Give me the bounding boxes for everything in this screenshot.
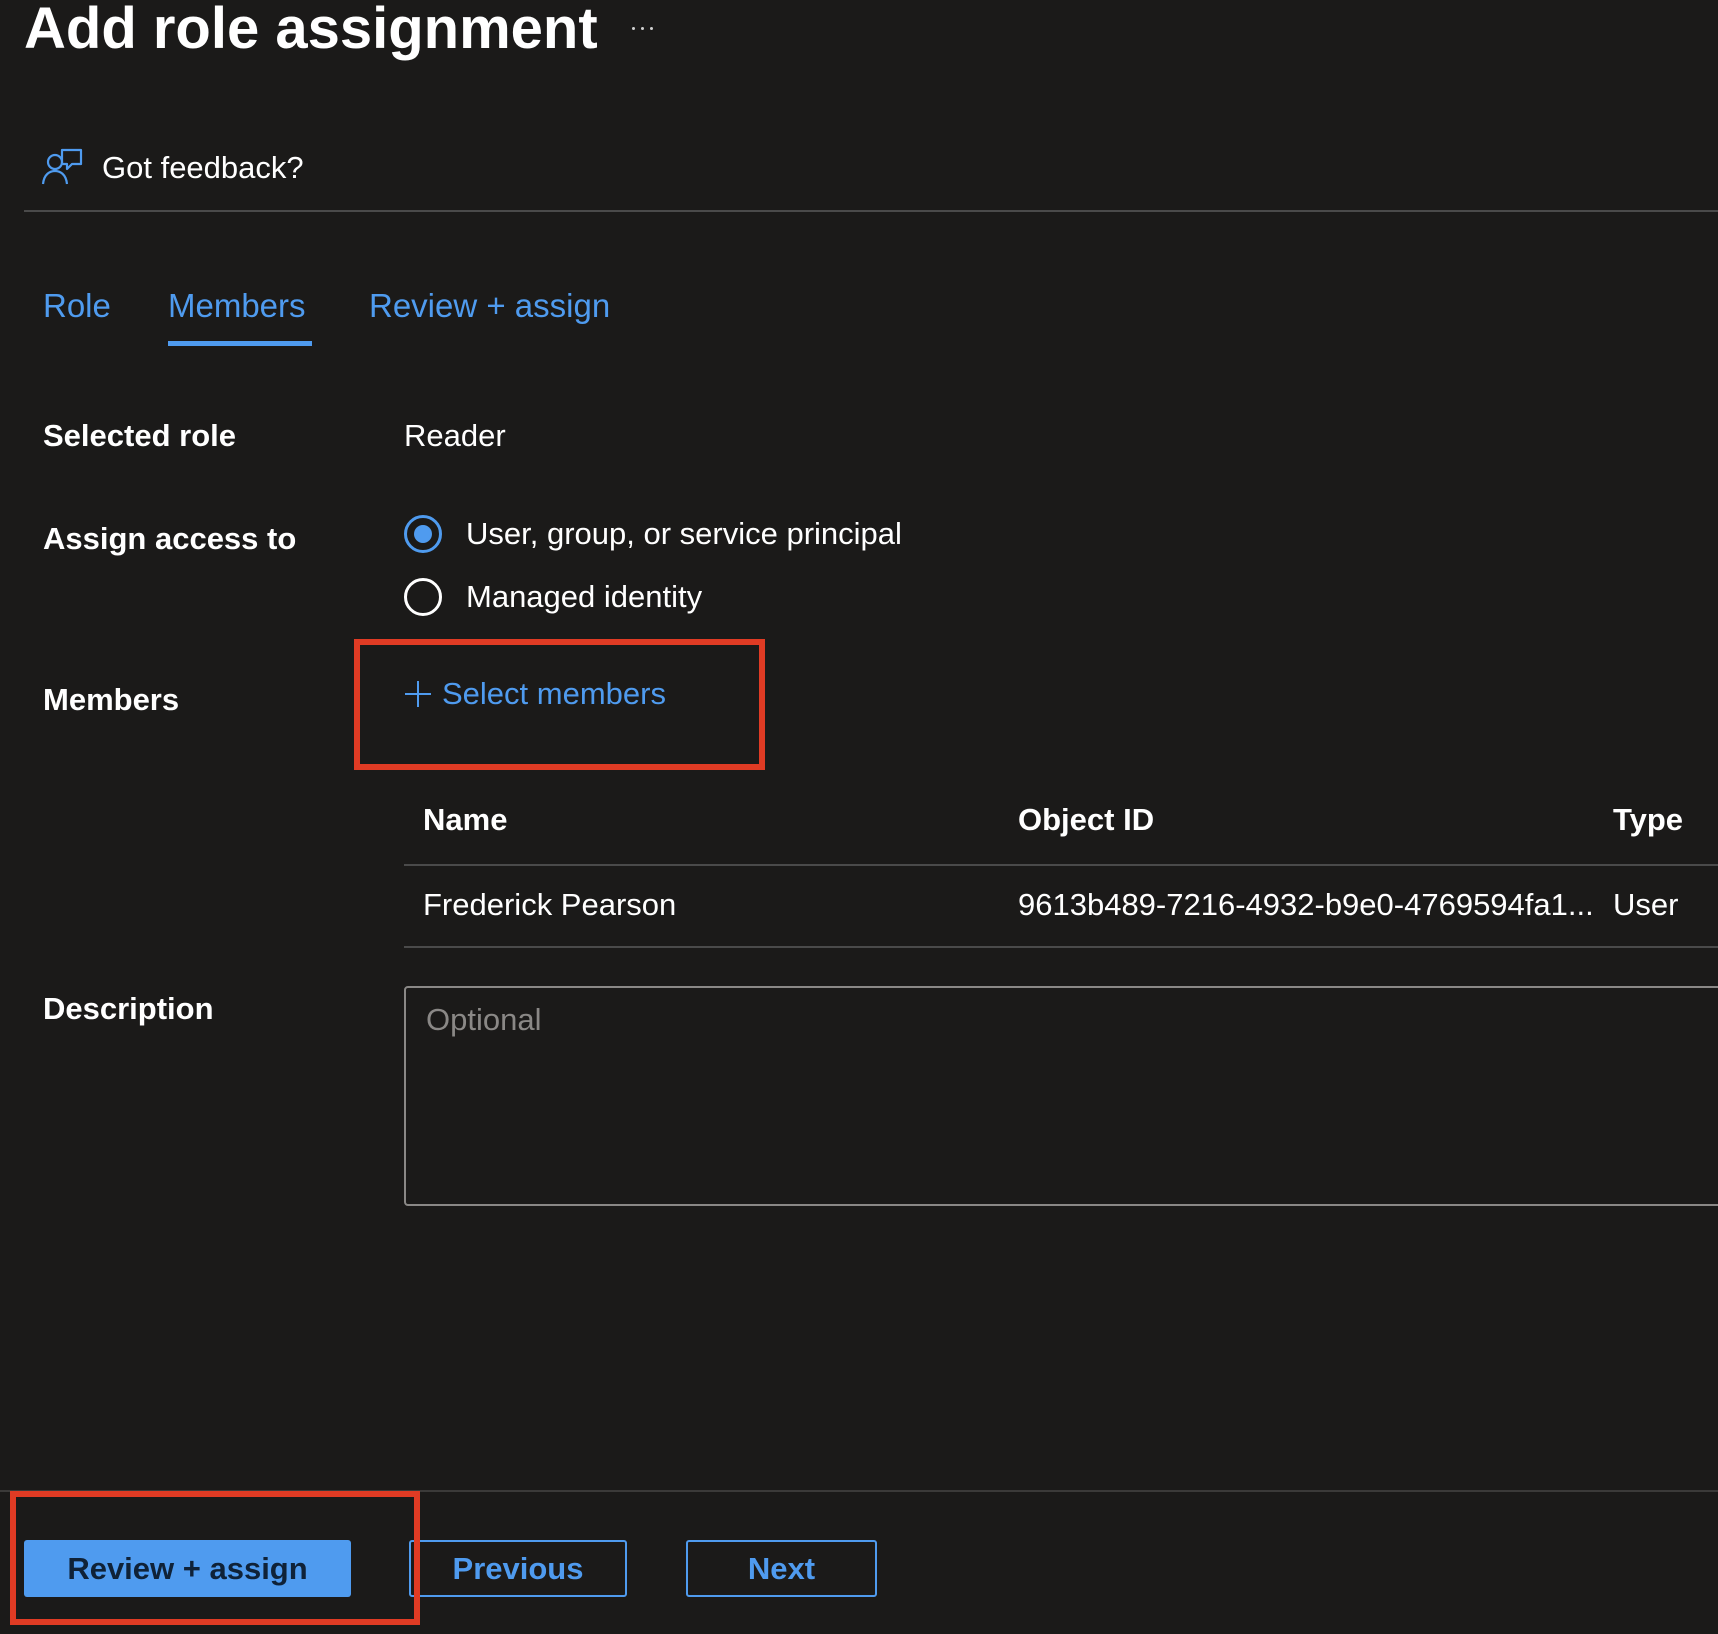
description-label: Description bbox=[43, 991, 214, 1026]
feedback-label: Got feedback? bbox=[102, 150, 304, 185]
column-header-name: Name bbox=[423, 802, 508, 837]
selected-role-label: Selected role bbox=[43, 418, 236, 453]
column-header-object-id: Object ID bbox=[1018, 802, 1155, 837]
radio-user-group-service-principal[interactable]: User, group, or service principal bbox=[404, 515, 902, 553]
selected-role-value: Reader bbox=[404, 418, 506, 453]
tab-role[interactable]: Role bbox=[43, 283, 111, 329]
previous-button[interactable]: Previous bbox=[409, 1540, 627, 1597]
more-horizontal-icon[interactable] bbox=[622, 8, 662, 48]
table-cell-object-id: 9613b489-7216-4932-b9e0-4769594fa1... bbox=[1018, 887, 1594, 922]
tab-review-assign[interactable]: Review + assign bbox=[369, 283, 610, 329]
table-row-divider bbox=[404, 946, 1718, 948]
description-textarea[interactable]: Optional bbox=[404, 986, 1718, 1206]
tab-members[interactable]: Members bbox=[168, 283, 306, 329]
header-divider bbox=[24, 210, 1718, 212]
column-header-type: Type bbox=[1613, 802, 1684, 837]
feedback-person-icon bbox=[41, 148, 83, 185]
table-cell-type: User bbox=[1613, 887, 1679, 922]
table-cell-name: Frederick Pearson bbox=[423, 887, 677, 922]
radio-label-managed-identity: Managed identity bbox=[466, 579, 703, 614]
active-tab-indicator bbox=[168, 341, 312, 346]
assign-access-label: Assign access to bbox=[43, 521, 297, 556]
next-button[interactable]: Next bbox=[686, 1540, 877, 1597]
page-title: Add role assignment bbox=[24, 0, 598, 61]
description-placeholder: Optional bbox=[426, 1002, 542, 1037]
highlight-review-assign bbox=[10, 1491, 420, 1625]
radio-unchecked-icon[interactable] bbox=[404, 578, 442, 616]
members-label: Members bbox=[43, 682, 180, 717]
feedback-link[interactable]: Got feedback? bbox=[40, 146, 304, 190]
table-header-divider bbox=[404, 864, 1718, 866]
radio-checked-icon[interactable] bbox=[404, 515, 442, 553]
highlight-select-members bbox=[354, 639, 765, 770]
radio-label-user-group: User, group, or service principal bbox=[466, 516, 902, 551]
radio-managed-identity[interactable]: Managed identity bbox=[404, 578, 702, 616]
